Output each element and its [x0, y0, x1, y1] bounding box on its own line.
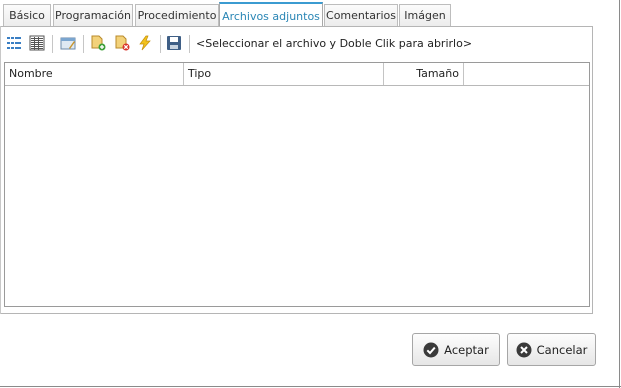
save-icon[interactable]	[165, 34, 183, 52]
tab-archivos-adjuntos[interactable]: Archivos adjuntos	[219, 2, 323, 26]
properties-icon[interactable]	[59, 34, 77, 52]
cancel-button[interactable]: Cancelar	[507, 333, 596, 366]
remove-file-icon[interactable]	[113, 34, 131, 52]
grid-header: Nombre Tipo Tamaño	[5, 63, 589, 86]
toolbar-separator	[160, 35, 161, 53]
tab-programacion[interactable]: Programación	[53, 4, 133, 26]
tab-imagen[interactable]: Imágen	[399, 4, 451, 26]
panel-left-edge	[0, 26, 1, 314]
tab-comentarios[interactable]: Comentarios	[324, 4, 398, 26]
close-icon	[516, 342, 532, 358]
tab-procedimiento[interactable]: Procedimiento	[135, 4, 219, 26]
tab-basico[interactable]: Básico	[3, 4, 51, 26]
attachments-grid[interactable]: Nombre Tipo Tamaño	[4, 62, 590, 307]
column-header-tipo[interactable]: Tipo	[184, 63, 384, 85]
cancel-button-label: Cancelar	[536, 342, 588, 357]
column-header-nombre[interactable]: Nombre	[5, 63, 184, 85]
toolbar-separator	[52, 35, 53, 53]
toolbar-hint-text: <Seleccionar el archivo y Doble Clik par…	[196, 37, 473, 50]
window-bottom-border	[0, 386, 621, 387]
column-header-filler	[464, 63, 589, 85]
toolbar-separator	[189, 35, 190, 53]
toolbar-separator	[83, 35, 84, 53]
accept-button[interactable]: Aceptar	[412, 333, 500, 366]
add-file-icon[interactable]	[89, 34, 107, 52]
check-icon	[423, 342, 439, 358]
lightning-icon[interactable]	[136, 34, 154, 52]
window-right-border	[619, 0, 620, 388]
toolbar: <Seleccionar el archivo y Doble Clik par…	[5, 32, 590, 56]
accept-button-label: Aceptar	[444, 342, 489, 357]
column-header-tamano[interactable]: Tamaño	[384, 63, 464, 85]
list-view-icon[interactable]	[5, 34, 23, 52]
details-view-icon[interactable]	[28, 34, 46, 52]
